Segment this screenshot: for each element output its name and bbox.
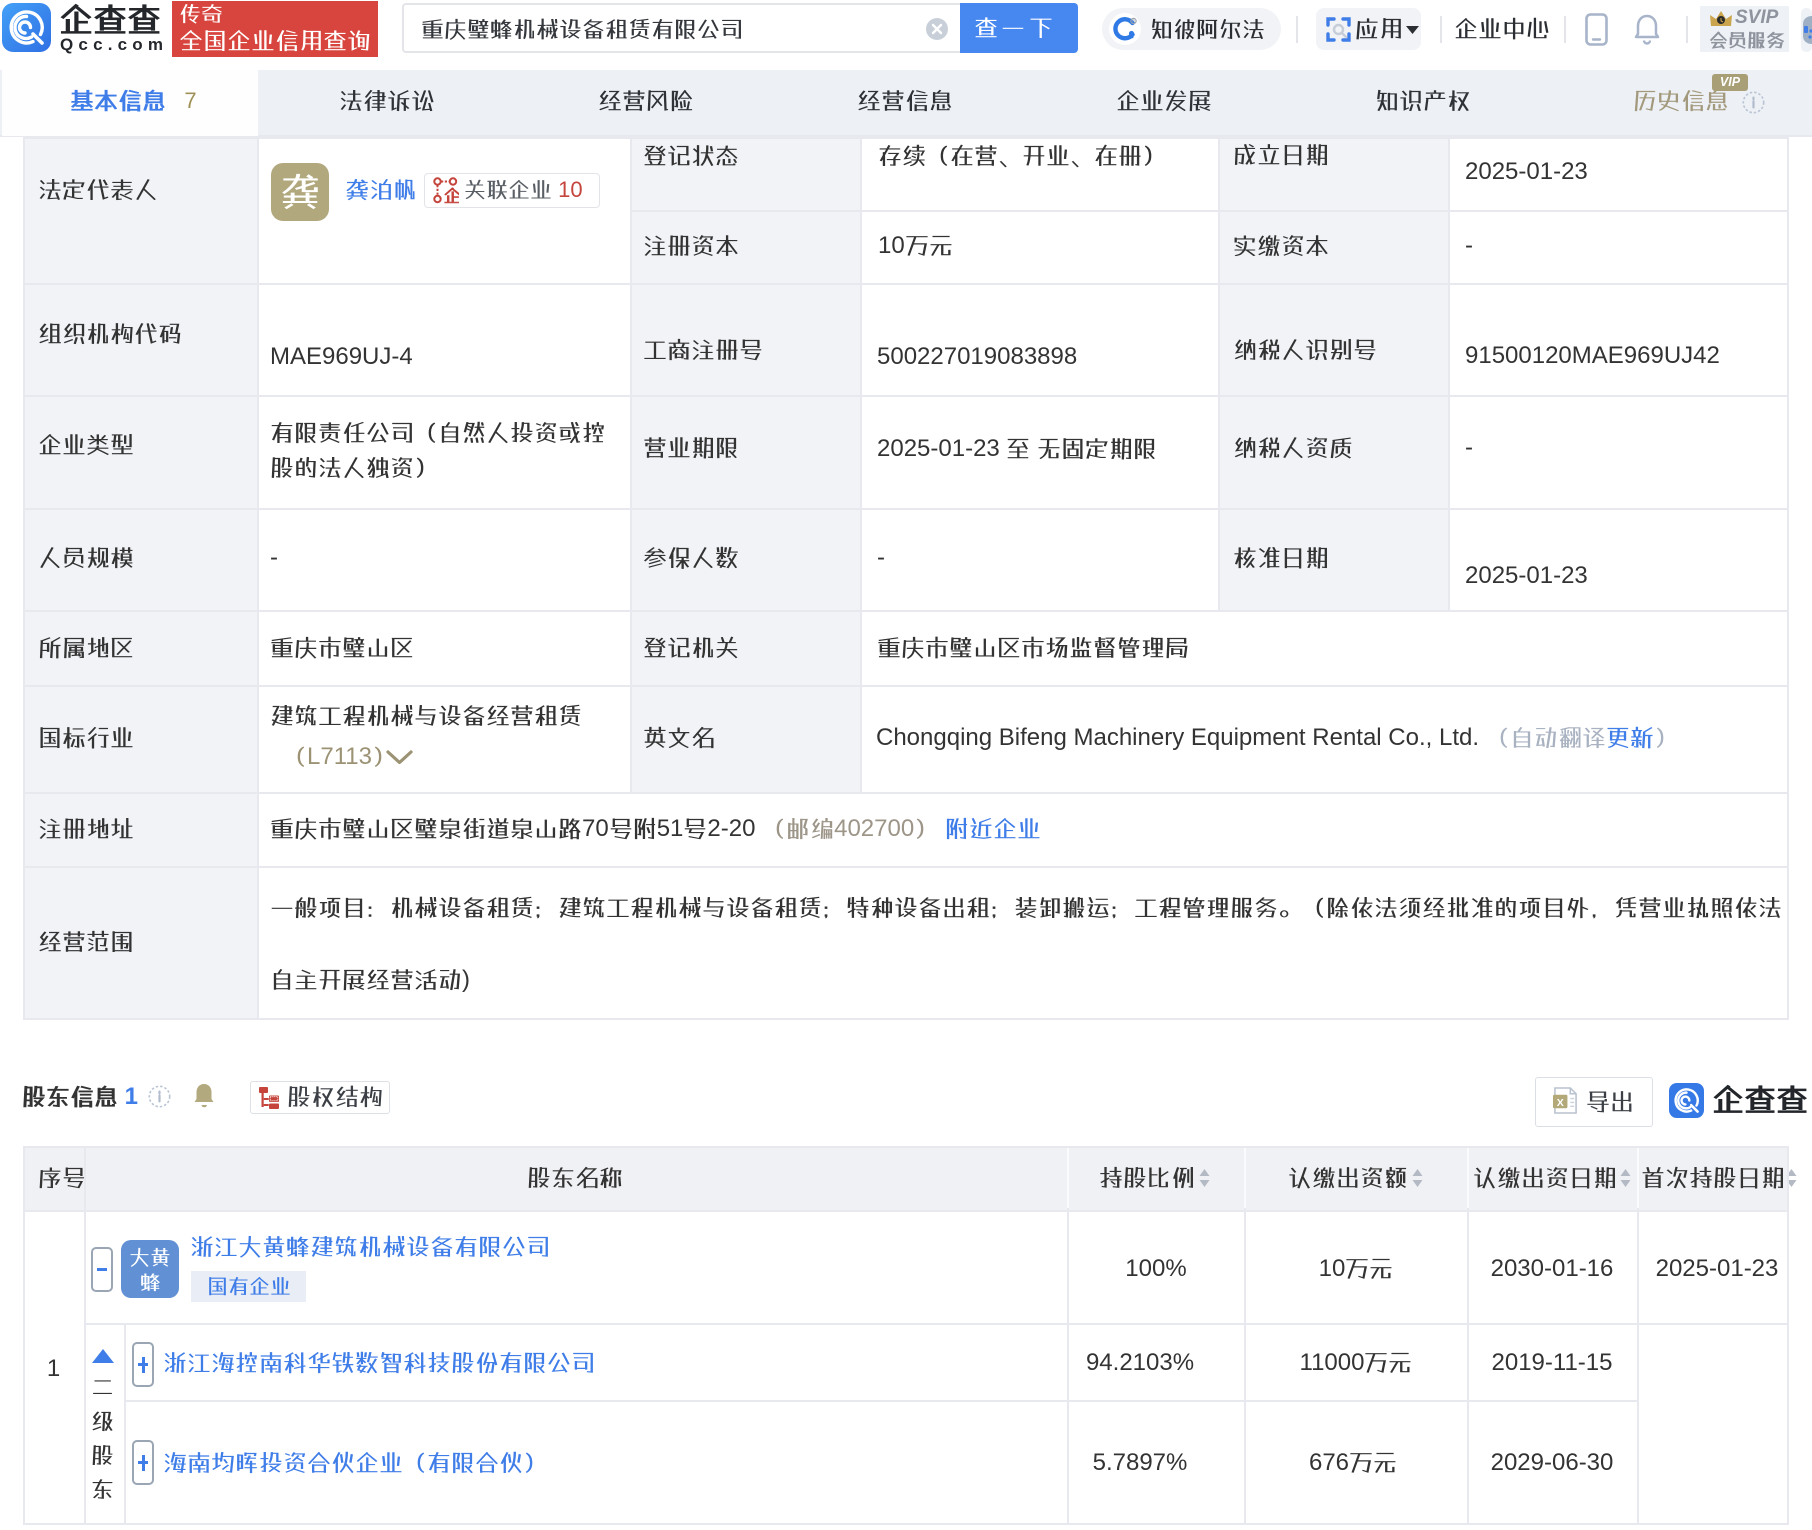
svg-text:X: X bbox=[1557, 1097, 1564, 1109]
